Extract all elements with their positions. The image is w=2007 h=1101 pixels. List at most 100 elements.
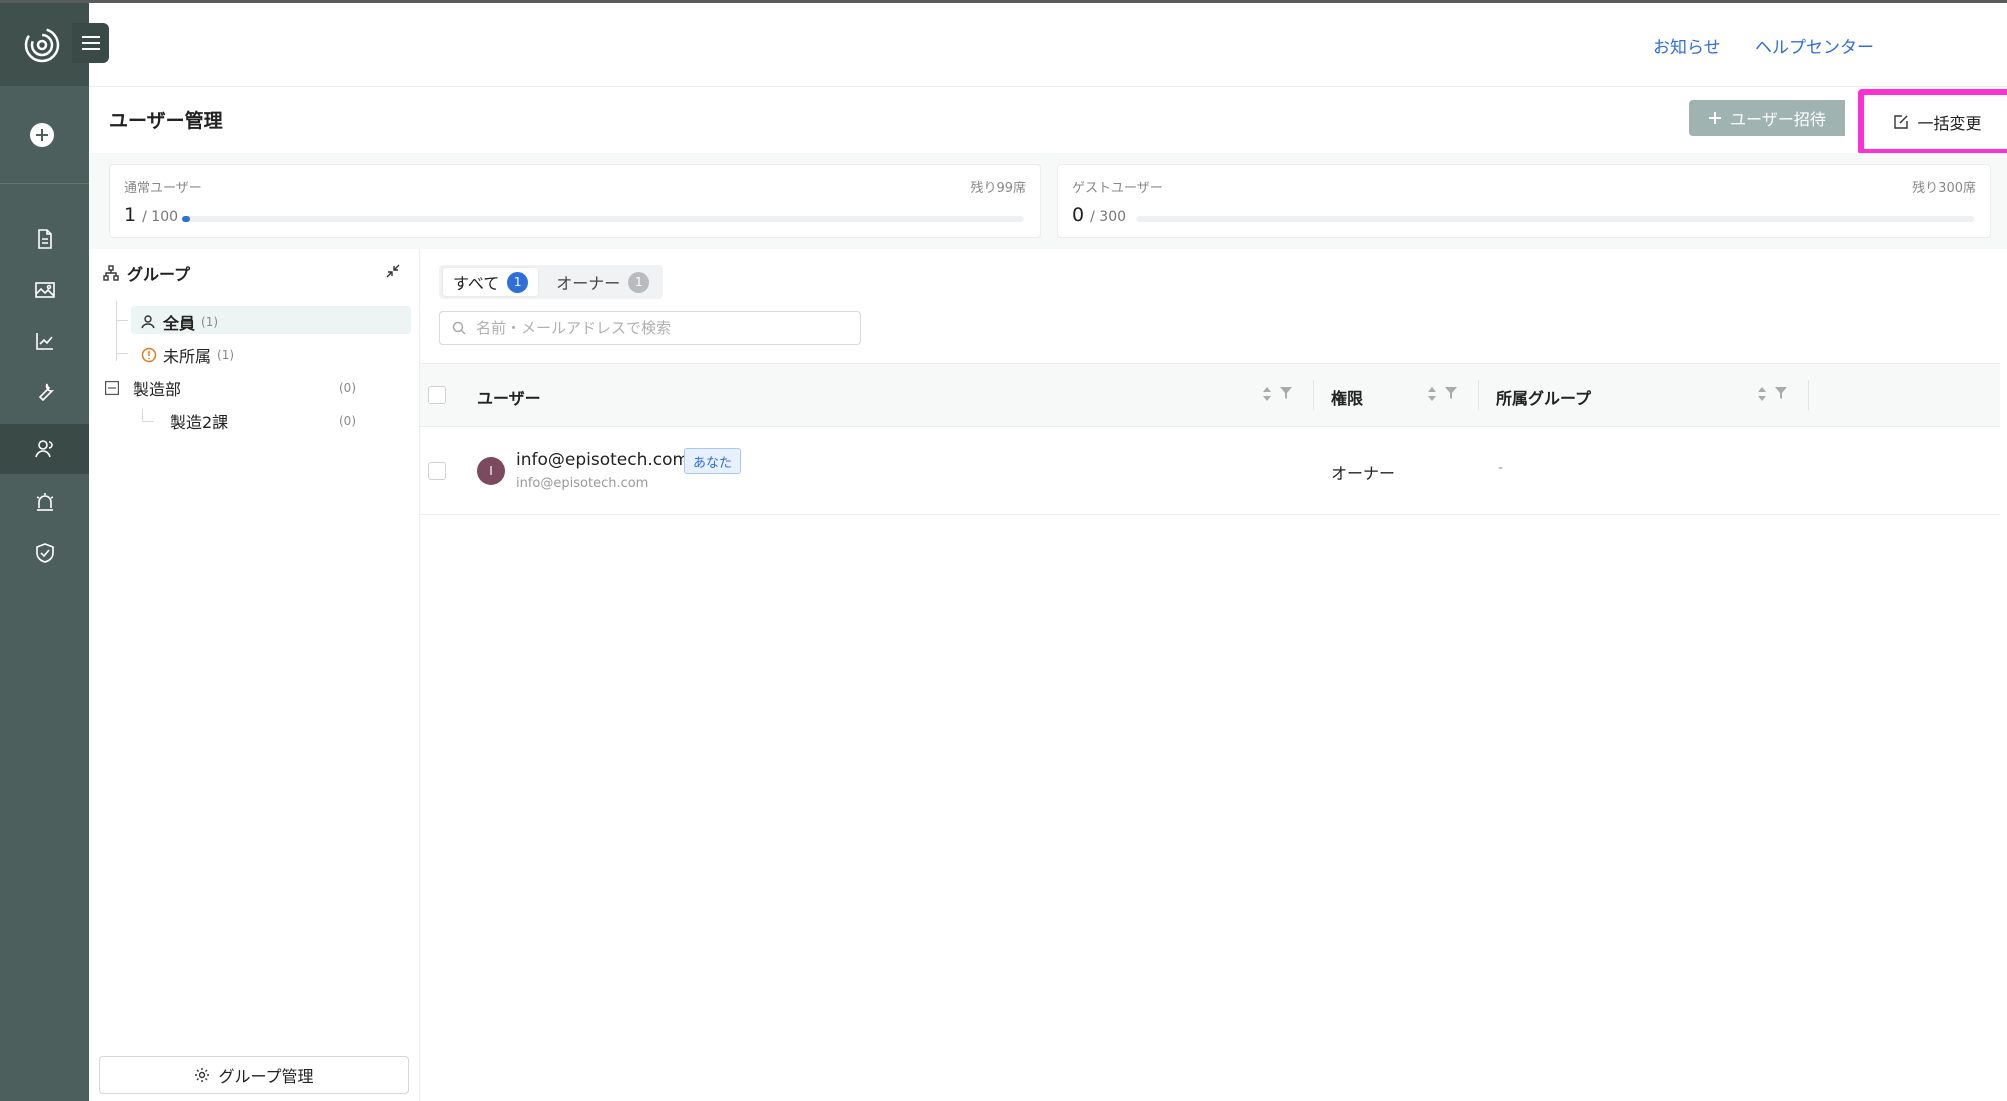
user-table-header: ユーザー 権限 所属グループ: [420, 363, 2000, 427]
you-badge: あなた: [684, 448, 742, 474]
invite-user-label: ユーザー招待: [1730, 110, 1826, 129]
group-item-count: (0): [339, 414, 356, 428]
table-row[interactable]: I info@episotech.com あなた info@episotech.…: [420, 426, 2000, 515]
filter-icon[interactable]: [1775, 386, 1787, 400]
tab-label: オーナー: [556, 274, 621, 293]
plus-icon: [36, 129, 48, 141]
nav-security[interactable]: [0, 528, 89, 578]
guest-seat-progress: [1136, 216, 1974, 222]
guest-seat-count: 0 / 300: [1072, 204, 1126, 226]
guest-seat-used: 0: [1072, 204, 1085, 226]
tree-connector: [116, 353, 128, 354]
seat-usage-area: 通常ユーザー 残り99席 1 / 100 ゲストユーザー 残り300席 0 / …: [89, 153, 2007, 249]
group-panel: グループ 全員 (1) 未所属 (1) 製造部 (0) 製造2課 (0) グルー…: [89, 249, 420, 1101]
create-new-button[interactable]: [30, 123, 54, 147]
guest-seat-label: ゲストユーザー: [1072, 181, 1163, 196]
group-manage-button[interactable]: グループ管理: [99, 1056, 409, 1094]
group-item-label: 未所属: [163, 347, 212, 366]
image-icon: [34, 282, 55, 298]
row-checkbox[interactable]: [428, 462, 446, 480]
invite-user-button[interactable]: ユーザー招待: [1689, 100, 1845, 136]
nav-alerts[interactable]: [0, 477, 89, 527]
left-nav-rail: [0, 3, 109, 1101]
help-center-link[interactable]: ヘルプセンター: [1755, 33, 1874, 58]
user-name: info@episotech.com: [516, 450, 690, 470]
tab-all[interactable]: すべて 1: [443, 268, 539, 296]
guest-seat-remaining: 残り300席: [1912, 181, 1976, 196]
regular-seat-count: 1 / 100: [124, 204, 178, 226]
avatar: I: [477, 457, 505, 485]
users-icon: [34, 440, 53, 458]
wrench-icon: [38, 383, 54, 402]
column-separator: [1808, 380, 1809, 410]
user-email: info@episotech.com: [516, 476, 649, 491]
regular-seat-remaining: 残り99席: [970, 181, 1026, 196]
group-item-unassigned[interactable]: 未所属 (1): [141, 343, 234, 367]
tree-connector: [116, 301, 117, 361]
hierarchy-icon: [103, 265, 119, 281]
filter-icon[interactable]: [1280, 386, 1292, 400]
group-item-manufacturing-2[interactable]: 製造2課: [170, 409, 228, 433]
page-title-bar: ユーザー管理 ユーザー招待 一括変更: [89, 86, 2007, 155]
column-header-user: ユーザー: [477, 389, 541, 408]
line-chart-icon: [35, 333, 53, 350]
nav-tools[interactable]: [0, 367, 89, 417]
tree-connector: [142, 409, 143, 421]
group-item-label: 製造2課: [170, 413, 229, 432]
group-item-count: (1): [201, 315, 219, 329]
role-column-controls: [1427, 386, 1457, 402]
nav-images[interactable]: [0, 265, 89, 315]
plus-icon: [1709, 112, 1722, 124]
guest-seat-card: ゲストユーザー 残り300席 0 / 300: [1057, 164, 1991, 238]
app-logo-icon: [24, 27, 60, 63]
guest-seat-total: / 300: [1090, 209, 1127, 225]
bulk-change-button[interactable]: 一括変更: [1858, 89, 2007, 155]
nav-users[interactable]: [0, 424, 89, 474]
user-search-box: [439, 311, 861, 345]
notice-link[interactable]: お知らせ: [1653, 33, 1721, 58]
tree-connector: [142, 421, 154, 422]
user-role: オーナー: [1331, 464, 1396, 483]
tab-count-badge: 1: [628, 271, 650, 293]
regular-seat-progress: [182, 216, 1024, 222]
menu-toggle-button[interactable]: [72, 23, 109, 63]
nav-analytics[interactable]: [0, 316, 89, 366]
hamburger-icon: [81, 36, 100, 50]
edit-icon: [1894, 115, 1909, 129]
group-column-controls: [1757, 386, 1787, 402]
sort-icon[interactable]: [1427, 386, 1437, 402]
role-filter-tabs: すべて 1 オーナー 1: [439, 265, 664, 299]
group-item-all[interactable]: 全員 (1): [141, 310, 218, 334]
regular-seat-progress-fill: [182, 216, 191, 222]
filter-icon[interactable]: [1445, 386, 1457, 400]
search-input[interactable]: [474, 318, 858, 338]
group-item-label: 製造部: [133, 380, 182, 399]
collapse-minus-icon[interactable]: [105, 381, 119, 395]
group-item-manufacturing[interactable]: 製造部: [105, 376, 181, 400]
regular-seat-card: 通常ユーザー 残り99席 1 / 100: [109, 164, 1041, 238]
user-group: -: [1498, 460, 1504, 476]
page-title: ユーザー管理: [109, 110, 223, 132]
document-icon: [37, 229, 52, 249]
tab-label: すべて: [453, 274, 500, 293]
group-item-count: (1): [217, 348, 235, 362]
collapse-panel-icon[interactable]: [385, 263, 401, 279]
group-item-label: 全員: [163, 314, 196, 333]
search-icon: [452, 321, 466, 335]
tab-owner[interactable]: オーナー 1: [546, 268, 659, 296]
sort-icon[interactable]: [1757, 386, 1767, 402]
regular-seat-total: / 100: [142, 209, 179, 225]
users-icon: [141, 315, 155, 329]
tab-count-badge: 1: [507, 271, 529, 293]
group-panel-header: グループ: [103, 261, 190, 285]
regular-seat-label: 通常ユーザー: [124, 181, 202, 196]
shield-check-icon: [35, 543, 54, 563]
alarm-icon: [36, 493, 53, 511]
select-all-checkbox[interactable]: [428, 386, 446, 404]
group-manage-label: グループ管理: [218, 1067, 314, 1086]
tree-connector: [116, 320, 128, 321]
nav-documents[interactable]: [0, 214, 89, 264]
column-header-group: 所属グループ: [1496, 389, 1592, 408]
sort-icon[interactable]: [1262, 386, 1272, 402]
column-separator: [1478, 380, 1479, 410]
